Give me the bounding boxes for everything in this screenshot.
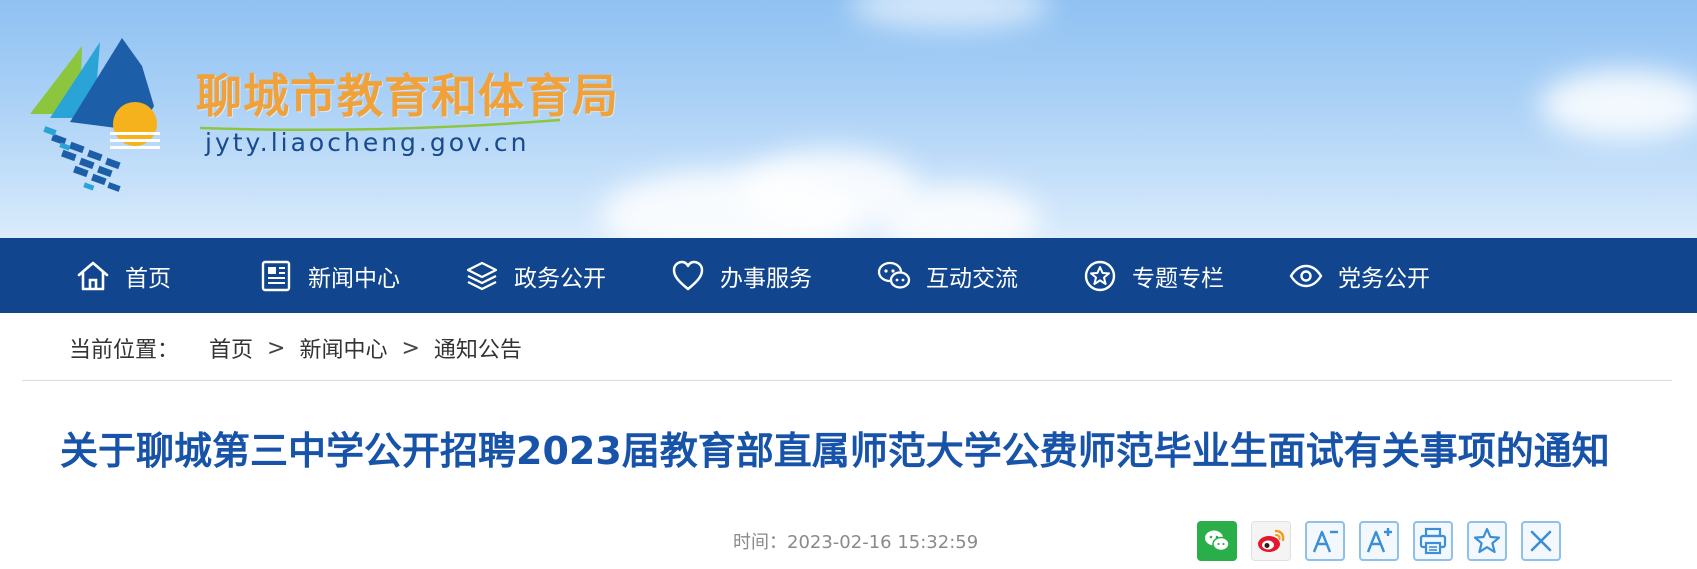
article-toolbar [1197, 521, 1561, 561]
nav-item-interaction[interactable]: 互动交流 [876, 238, 1018, 313]
nav-item-government[interactable]: 政务公开 [464, 238, 606, 313]
weibo-icon [1258, 529, 1285, 552]
nav-label: 互动交流 [926, 265, 1018, 292]
nav-item-topics[interactable]: 专题专栏 [1082, 238, 1224, 313]
publish-time: 2023-02-16 15:32:59 [787, 532, 979, 553]
print-button[interactable] [1413, 521, 1453, 561]
article-meta: 时间：2023-02-16 15:32:59 [733, 528, 978, 554]
main-nav: 首页 新闻中心 政务公开 办事服务 互动交流 专题专栏 党务公开 [0, 238, 1697, 313]
time-label: 时间： [733, 532, 787, 553]
star-outline-icon [1473, 527, 1501, 554]
star-badge-icon [1084, 260, 1116, 291]
breadcrumb-prefix: 当前位置： [69, 338, 180, 363]
nav-label: 专题专栏 [1132, 265, 1224, 292]
nav-label: 党务公开 [1338, 265, 1430, 292]
nav-item-news[interactable]: 新闻中心 [258, 238, 400, 313]
font-increase-icon [1366, 528, 1392, 553]
breadcrumb: 当前位置： 首页 > 新闻中心 > 通知公告 [69, 330, 522, 366]
site-domain: jyty.liaocheng.gov.cn [205, 128, 530, 157]
nav-item-services[interactable]: 办事服务 [670, 238, 812, 313]
nav-label: 新闻中心 [308, 265, 400, 292]
breadcrumb-separator: > [267, 335, 286, 361]
nav-label: 办事服务 [720, 265, 812, 292]
font-decrease-button[interactable] [1305, 521, 1345, 561]
nav-item-home[interactable]: 首页 [75, 238, 171, 313]
breadcrumb-separator: > [401, 335, 420, 361]
close-icon [1530, 530, 1552, 552]
nav-label: 首页 [125, 265, 171, 292]
newspaper-icon [261, 260, 291, 291]
breadcrumb-divider [22, 380, 1672, 381]
article-title: 关于聊城第三中学公开招聘2023届教育部直属师范大学公费师范毕业生面试有关事项的… [60, 429, 1610, 473]
print-icon [1419, 527, 1447, 555]
home-icon [77, 261, 109, 290]
close-button[interactable] [1521, 521, 1561, 561]
breadcrumb-home-link[interactable]: 首页 [209, 332, 253, 364]
font-increase-button[interactable] [1359, 521, 1399, 561]
cloud [1540, 70, 1697, 140]
nav-label: 政务公开 [514, 265, 606, 292]
chat-icon [877, 261, 911, 289]
site-logo-icon[interactable] [22, 36, 172, 196]
cloud [850, 0, 1050, 30]
site-banner: 聊城市教育和体育局 jyty.liaocheng.gov.cn [0, 0, 1697, 238]
favorite-button[interactable] [1467, 521, 1507, 561]
nav-item-party[interactable]: 党务公开 [1288, 238, 1430, 313]
heart-icon [672, 260, 704, 290]
layers-icon [466, 261, 498, 290]
weibo-share-button[interactable] [1251, 521, 1291, 561]
font-decrease-icon [1312, 530, 1338, 553]
site-name: 聊城市教育和体育局 [196, 69, 619, 123]
wechat-icon [1205, 530, 1230, 552]
eye-icon [1289, 264, 1323, 287]
wechat-share-button[interactable] [1197, 521, 1237, 561]
breadcrumb-notices-link[interactable]: 通知公告 [434, 332, 522, 364]
breadcrumb-news-link[interactable]: 新闻中心 [299, 332, 387, 364]
